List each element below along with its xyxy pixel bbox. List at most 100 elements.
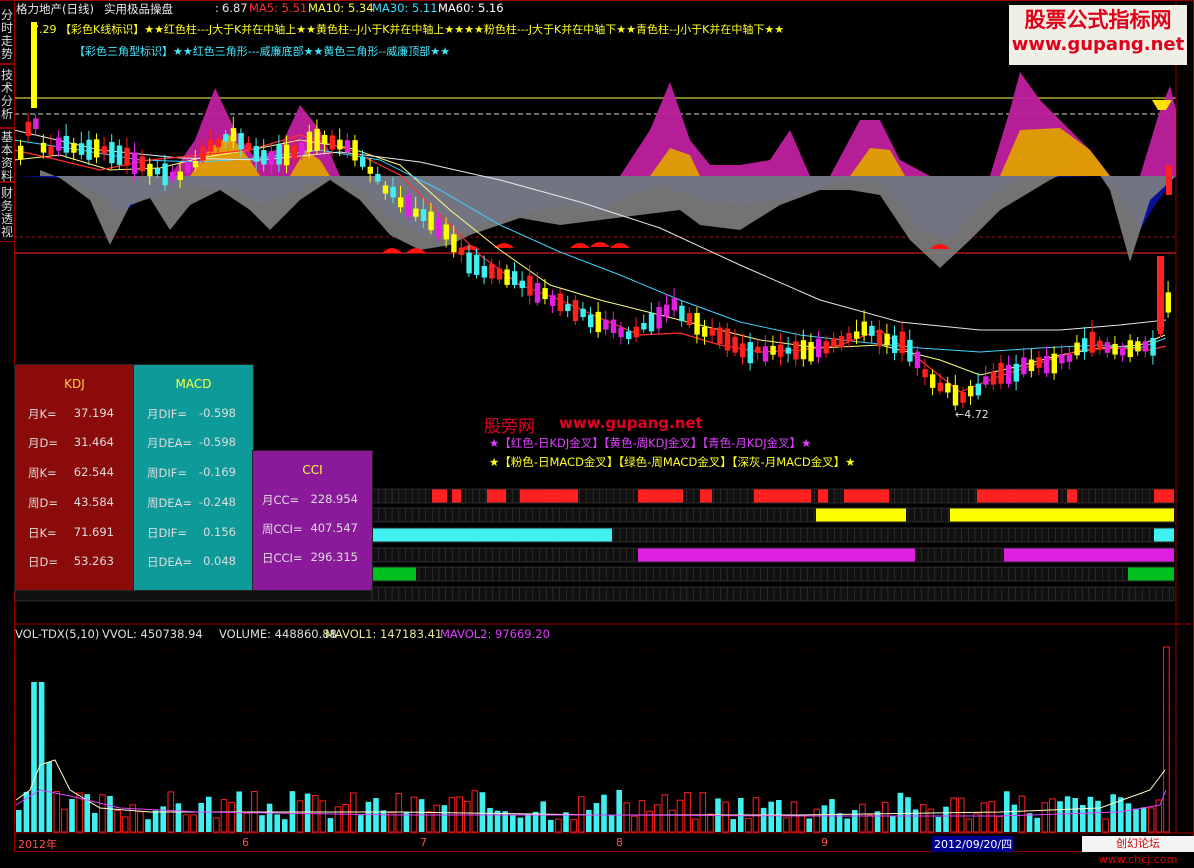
kdj-panel: KDJ 月K= 37.194 月D= 31.464 周K= 62.544 周D= 43.…: [14, 364, 135, 591]
ma60-value: MA60: 5.16: [438, 1, 504, 15]
candle-body: [1006, 365, 1012, 384]
volume-bar: [722, 801, 729, 833]
indicator-name: 实用极品操盘: [104, 2, 173, 16]
candle-body: [550, 295, 556, 306]
volume-bar: [730, 819, 736, 832]
volume-bar: [31, 682, 37, 832]
candle-body: [626, 331, 632, 340]
candle-body: [1013, 363, 1019, 382]
volume-bar: [190, 814, 197, 833]
macd-title: MACD: [175, 377, 212, 391]
candle-body: [124, 147, 130, 166]
volume-bar: [259, 815, 265, 832]
candle-body: [78, 143, 85, 155]
ma30-value: MA30: 5.11: [372, 1, 438, 15]
candle-body: [253, 146, 259, 162]
signal-segment: [520, 489, 578, 503]
volume-bar: [1026, 813, 1033, 832]
macd-cross-legend: ★【粉色-日MACD金叉】【绿色-周MACD金叉】【深灰-月MACD金叉】★: [489, 455, 856, 469]
candle-body: [823, 341, 829, 354]
candle-body: [854, 331, 860, 339]
candle-body: [139, 156, 145, 172]
candle-body: [162, 163, 168, 186]
candle-body: [990, 371, 997, 385]
volume-bar: [1133, 808, 1139, 832]
volume-bar: [631, 815, 638, 833]
kdj-cross-legend: ★【红色-日KDJ金叉】【黄色-周KDJ金叉】【青色-月KDJ金叉】★: [489, 436, 812, 450]
candle-body: [466, 252, 472, 274]
volume-bar: [623, 802, 631, 833]
volume-bar: [510, 814, 516, 832]
volume-bar: [1057, 801, 1063, 832]
candle-body: [1157, 256, 1164, 331]
sidebar-tab-intraday[interactable]: 分时走势: [0, 0, 15, 64]
signal-segment: [1067, 489, 1077, 503]
volume-bar: [319, 800, 327, 833]
signal-segment: [372, 567, 416, 581]
candle-body: [474, 254, 480, 275]
signal-segment: [844, 489, 889, 503]
volume-bar: [342, 804, 349, 833]
volume-bar: [61, 808, 68, 833]
candle-body: [390, 186, 396, 198]
signal-strip-bg: [371, 566, 1175, 582]
volume-bar: [608, 814, 615, 832]
candle-body: [747, 342, 753, 364]
candle-body: [413, 208, 419, 217]
volume-bar: [852, 810, 858, 832]
candle-body: [504, 269, 510, 285]
volume-bar: [881, 801, 889, 833]
x-axis-label: 8: [616, 836, 623, 849]
candle-body: [800, 340, 807, 360]
candle-body: [1089, 331, 1095, 353]
volume-bar: [395, 793, 403, 833]
volume-bar: [502, 811, 508, 832]
candle-body: [154, 168, 161, 175]
x-axis-label: 9: [821, 836, 828, 849]
volume-bar: [676, 799, 684, 833]
volume-bar: [897, 792, 904, 832]
candle-body: [899, 331, 905, 354]
volume-bar: [995, 815, 1003, 833]
volume-bar: [433, 804, 441, 833]
sidebar-tab-fundamentals[interactable]: 基本资料: [0, 128, 15, 183]
candle-body: [382, 185, 389, 194]
candle-body: [968, 385, 974, 397]
volume-bar: [601, 794, 607, 832]
signal-segment: [700, 489, 712, 503]
candle-body: [420, 209, 427, 221]
volume-bar: [479, 792, 486, 832]
candle-body: [671, 298, 677, 311]
candle-body: [170, 171, 176, 180]
candle-body: [177, 171, 183, 181]
candle-body: [975, 383, 981, 396]
candle-body: [1021, 357, 1027, 375]
candle-body: [610, 319, 617, 333]
candle-body: [876, 329, 883, 347]
candle-body: [557, 293, 563, 311]
signal-segment: [818, 489, 828, 503]
candle-body: [770, 345, 776, 355]
candle-body: [314, 128, 320, 151]
candle-body: [185, 162, 191, 173]
volume-bar: [1041, 802, 1049, 833]
volume-bar: [380, 810, 387, 832]
sidebar-tab-finance[interactable]: 财务透视: [0, 182, 15, 242]
candle-body: [299, 142, 305, 155]
volume-bar: [304, 793, 311, 832]
williams-bottom-marker: [382, 248, 402, 253]
mavol1-line: [15, 759, 1166, 816]
candle-body: [1036, 357, 1042, 368]
volume-bar: [327, 818, 334, 832]
triangle-legend: 【彩色三角型标识】★★红色三角形---威廉底部★★黄色三角形--威廉顶部★★: [74, 45, 451, 58]
volume-bar: [282, 819, 288, 832]
candle-body: [785, 347, 791, 354]
sidebar-tab-technical[interactable]: 技术分析: [0, 64, 15, 128]
candle-body: [861, 321, 867, 336]
candle-body: [527, 275, 533, 296]
candle-body: [101, 146, 107, 154]
candle-body: [846, 333, 852, 342]
volume-bar: [387, 812, 395, 833]
candle-body: [686, 313, 693, 326]
candle-body: [322, 134, 328, 145]
